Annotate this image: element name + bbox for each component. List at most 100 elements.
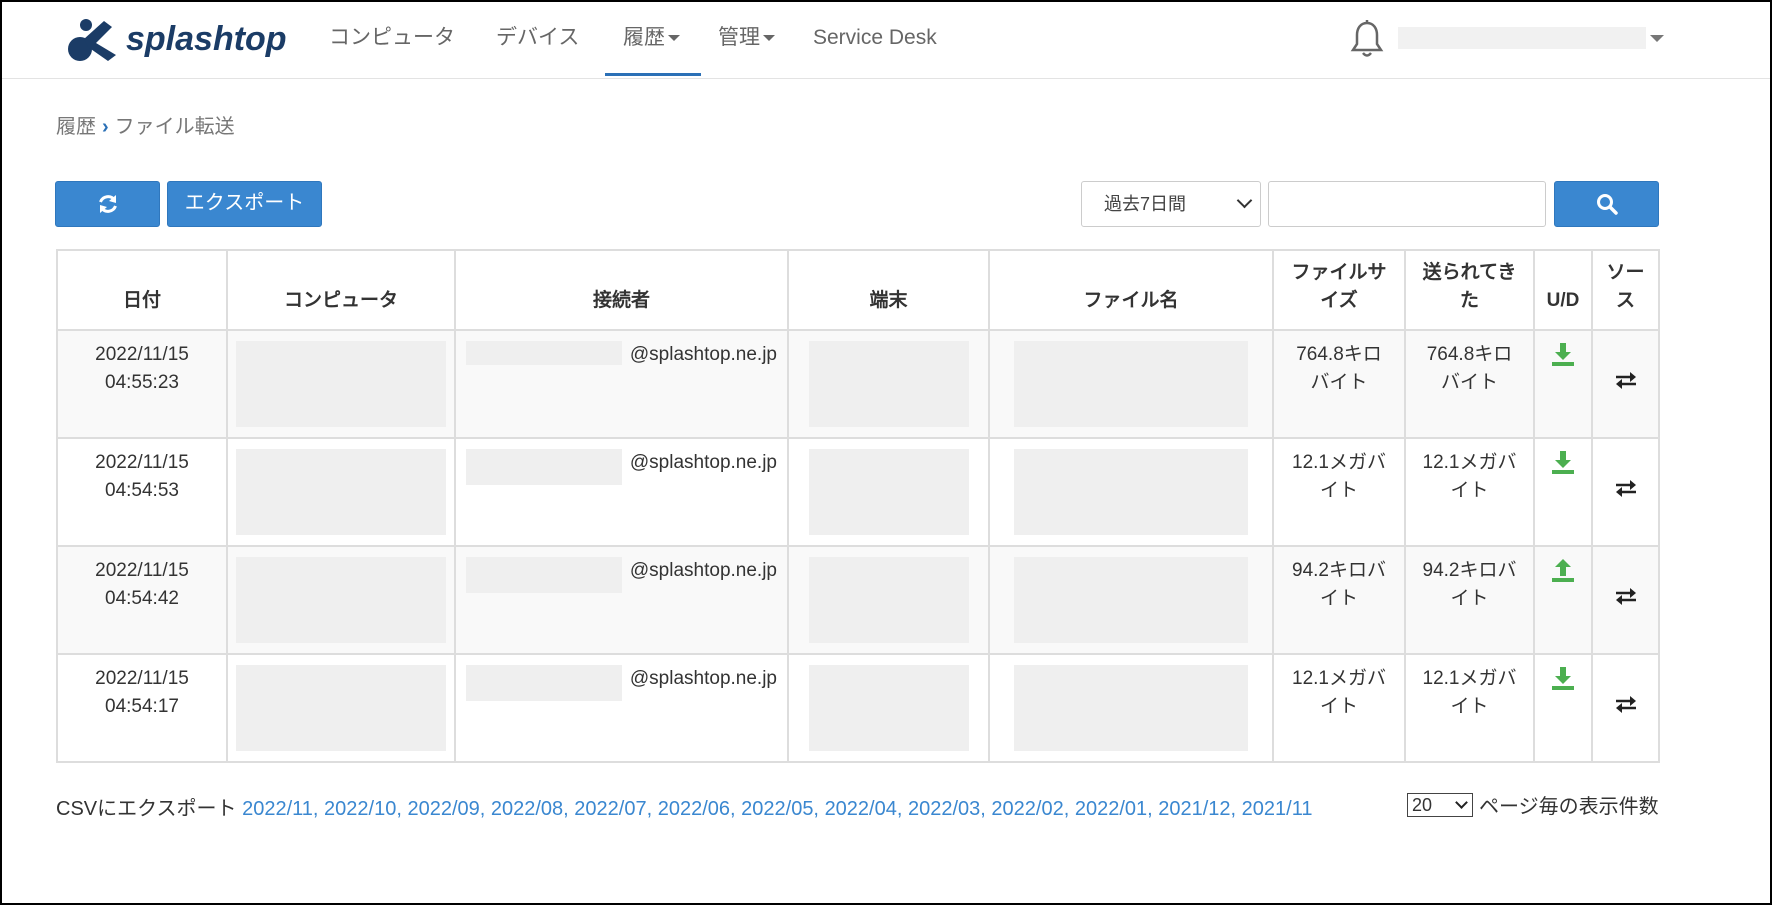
per-page-value: 20	[1412, 794, 1433, 815]
nav-manage-label: 管理	[718, 26, 760, 49]
search-button[interactable]	[1554, 181, 1659, 227]
search-input[interactable]	[1268, 181, 1546, 227]
chevron-down-icon	[763, 35, 775, 42]
sent-line1: 12.1メガバ	[1422, 452, 1517, 473]
file-transfer-table: 日付 コンピュータ 接続者 端末 ファイル名 ファイルサ イズ 送られてきた U/…	[56, 249, 1660, 763]
csv-month-link[interactable]: 2022/01,	[1075, 798, 1153, 820]
csv-month-link[interactable]: 2022/07,	[574, 798, 652, 820]
date-text: 2022/11/15	[95, 344, 189, 365]
redacted-username	[466, 665, 622, 701]
cell-file-name	[988, 437, 1274, 547]
csv-export-links: CSVにエクスポート 2022/11, 2022/10, 2022/09, 20…	[56, 792, 1312, 821]
header-sent[interactable]: 送られてきた	[1404, 249, 1535, 331]
date-text: 2022/11/15	[95, 560, 189, 581]
cell-source	[1591, 653, 1660, 763]
bell-icon[interactable]	[1350, 20, 1384, 58]
cell-file-size: 12.1メガバ イト	[1272, 653, 1406, 763]
nav-history-label: 履歴	[623, 26, 665, 49]
cell-file-name	[988, 329, 1274, 439]
csv-month-link[interactable]: 2022/03,	[908, 798, 986, 820]
sent-line2: イト	[1450, 696, 1489, 717]
date-text: 2022/11/15	[95, 452, 189, 473]
export-button[interactable]: エクスポート	[167, 181, 322, 227]
splashtop-logo[interactable]: splashtop	[66, 14, 287, 64]
download-icon	[1552, 667, 1574, 690]
sent-line2: バイト	[1440, 372, 1498, 393]
csv-month-link[interactable]: 2022/02,	[991, 798, 1069, 820]
csv-month-link[interactable]: 2022/08,	[491, 798, 569, 820]
csv-month-link[interactable]: 2022/06,	[658, 798, 736, 820]
header-source[interactable]: ソース	[1591, 249, 1660, 331]
csv-month-link[interactable]: 2022/04,	[825, 798, 903, 820]
header-ud[interactable]: U/D	[1533, 249, 1593, 331]
header-source-line1: ソー	[1606, 262, 1645, 283]
header-source-line2: ス	[1615, 290, 1635, 311]
cell-terminal	[787, 653, 990, 763]
nav-computers[interactable]: コンピュータ	[329, 20, 455, 76]
header-computer[interactable]: コンピュータ	[226, 249, 456, 331]
header-sent-line2: た	[1459, 290, 1479, 311]
redacted-file-name	[1014, 665, 1248, 751]
nav-devices[interactable]: デバイス	[496, 20, 579, 76]
header-file-size[interactable]: ファイルサ イズ	[1272, 249, 1406, 331]
email-domain: @splashtop.ne.jp	[629, 452, 777, 473]
cell-source	[1591, 329, 1660, 439]
sent-line1: 94.2キロバ	[1422, 560, 1517, 581]
breadcrumb: 履歴 › ファイル転送	[56, 110, 235, 139]
csv-month-link[interactable]: 2022/09,	[407, 798, 485, 820]
chevron-down-icon[interactable]	[1650, 35, 1664, 42]
cell-file-size: 94.2キロバ イト	[1272, 545, 1406, 655]
cell-ud	[1533, 653, 1593, 763]
csv-month-link[interactable]: 2022/10,	[324, 798, 402, 820]
search-icon	[1596, 194, 1618, 215]
header-sent-line1: 送られてき	[1422, 262, 1517, 283]
sent-line2: イト	[1450, 588, 1489, 609]
cell-date: 2022/11/15 04:55:23	[56, 329, 228, 439]
date-range-select[interactable]: 過去7日間	[1081, 181, 1261, 227]
per-page-select[interactable]: 20	[1407, 792, 1473, 817]
user-account-name[interactable]	[1398, 27, 1646, 49]
chevron-down-icon	[668, 35, 680, 42]
cell-connector: @splashtop.ne.jp	[454, 437, 789, 547]
time-text: 04:54:53	[105, 480, 179, 501]
nav-manage[interactable]: 管理	[718, 20, 775, 76]
cell-ud	[1533, 437, 1593, 547]
cell-connector: @splashtop.ne.jp	[454, 329, 789, 439]
brand-name: splashtop	[126, 19, 287, 58]
cell-ud	[1533, 329, 1593, 439]
csv-month-link[interactable]: 2021/12,	[1158, 798, 1236, 820]
redacted-file-name	[1014, 557, 1248, 643]
redacted-terminal	[808, 557, 969, 643]
breadcrumb-current: ファイル転送	[114, 116, 235, 138]
size-line2: イト	[1319, 588, 1358, 609]
header-terminal[interactable]: 端末	[787, 249, 990, 331]
transfer-arrows-icon	[1615, 587, 1636, 605]
redacted-terminal	[808, 449, 969, 535]
nav-history[interactable]: 履歴	[605, 20, 701, 76]
csv-month-link[interactable]: 2021/11	[1242, 798, 1313, 820]
top-navbar: splashtop コンピュータ デバイス 履歴 管理 Service Desk	[2, 2, 1770, 79]
redacted-computer	[236, 341, 446, 427]
redacted-terminal	[808, 665, 969, 751]
csv-month-link[interactable]: 2022/11,	[242, 798, 318, 820]
header-file-name[interactable]: ファイル名	[988, 249, 1274, 331]
time-text: 04:54:42	[105, 588, 179, 609]
per-page-label: ページ毎の表示件数	[1479, 796, 1659, 818]
email-domain: @splashtop.ne.jp	[629, 668, 777, 689]
table-row: 2022/11/15 04:55:23 @splashtop.ne.jp 764.…	[56, 329, 1660, 439]
time-text: 04:54:17	[105, 696, 179, 717]
transfer-arrows-icon	[1615, 695, 1636, 713]
email-domain: @splashtop.ne.jp	[629, 344, 777, 365]
header-date[interactable]: 日付	[56, 249, 228, 331]
redacted-computer	[236, 665, 446, 751]
refresh-button[interactable]	[55, 181, 160, 227]
header-file-size-line1: ファイルサ	[1291, 262, 1387, 283]
per-page-control: 20 ページ毎の表示件数	[1407, 790, 1659, 819]
chevron-down-icon	[1236, 192, 1253, 209]
nav-service-desk[interactable]: Service Desk	[813, 20, 937, 76]
time-text: 04:55:23	[105, 372, 179, 393]
csv-month-link[interactable]: 2022/05,	[741, 798, 819, 820]
header-connector[interactable]: 接続者	[454, 249, 789, 331]
breadcrumb-history[interactable]: 履歴	[56, 116, 96, 138]
redacted-username	[466, 449, 622, 485]
